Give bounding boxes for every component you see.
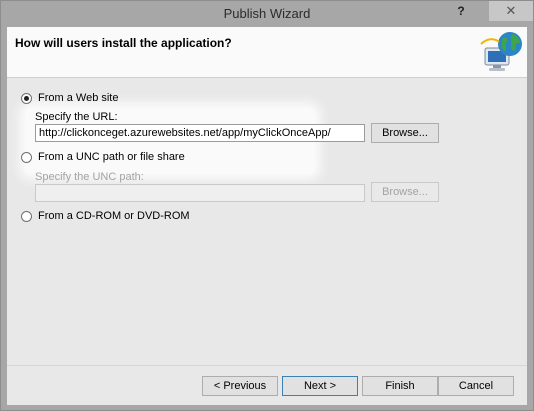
- web-site-label: From a Web site: [38, 92, 119, 104]
- wizard-header: How will users install the application?: [7, 27, 527, 78]
- url-label: Specify the URL:: [35, 111, 118, 123]
- finish-button[interactable]: Finish: [362, 376, 438, 396]
- close-button[interactable]: ✕: [489, 1, 533, 21]
- cancel-button[interactable]: Cancel: [438, 376, 514, 396]
- unc-path-radio[interactable]: [21, 151, 32, 163]
- page-title: How will users install the application?: [15, 36, 232, 50]
- previous-button[interactable]: < Previous: [202, 376, 278, 396]
- unc-path-input[interactable]: [35, 184, 365, 202]
- cd-rom-radio[interactable]: [21, 210, 32, 222]
- option-web-site[interactable]: From a Web site: [21, 92, 119, 104]
- unc-path-field-label: Specify the UNC path:: [35, 171, 144, 183]
- unc-path-label: From a UNC path or file share: [38, 151, 185, 163]
- close-icon: ✕: [505, 3, 517, 18]
- cd-rom-label: From a CD-ROM or DVD-ROM: [38, 210, 190, 222]
- globe-computer-icon: [480, 32, 522, 71]
- option-unc-path[interactable]: From a UNC path or file share: [21, 151, 185, 163]
- web-site-radio[interactable]: [21, 92, 32, 104]
- option-cd-rom[interactable]: From a CD-ROM or DVD-ROM: [21, 210, 190, 222]
- title-bar: Publish Wizard ? ✕: [1, 1, 533, 27]
- footer-divider: [7, 365, 527, 366]
- publish-wizard-window: Publish Wizard ? ✕ How will users instal…: [0, 0, 534, 411]
- browse-unc-button[interactable]: Browse...: [371, 182, 439, 202]
- help-button[interactable]: ?: [446, 3, 476, 21]
- url-input[interactable]: http://clickonceget.azurewebsites.net/ap…: [35, 124, 365, 142]
- next-button[interactable]: Next >: [282, 376, 358, 396]
- browse-url-button[interactable]: Browse...: [371, 123, 439, 143]
- dialog-body: How will users install the application? …: [7, 27, 527, 405]
